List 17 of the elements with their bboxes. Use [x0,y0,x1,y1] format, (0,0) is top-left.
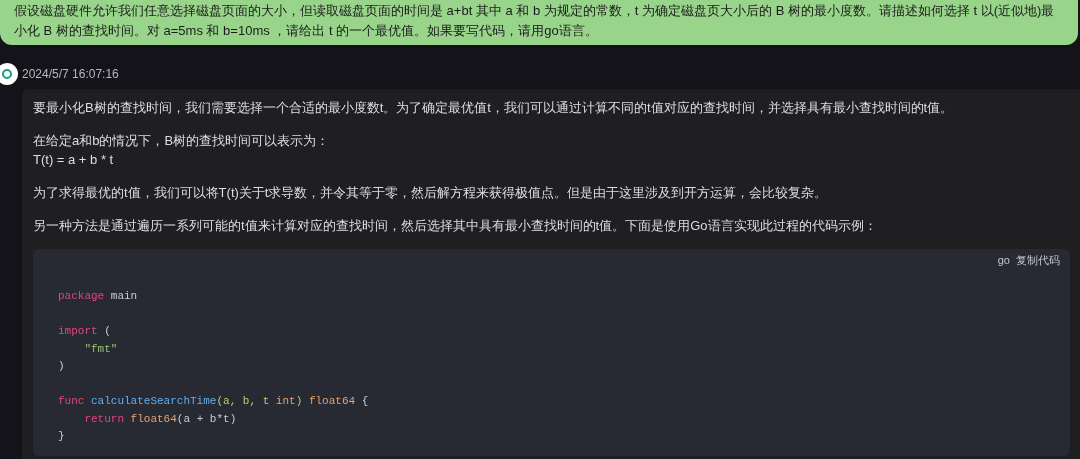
avatar-icon [0,63,18,85]
copy-code-button[interactable]: 复制代码 [1016,252,1060,269]
answer-text: 在给定a和b的情况下，B树的查找时间可以表示为： [33,132,331,150]
answer-text: 另一种方法是通过遍历一系列可能的t值来计算对应的查找时间，然后选择其中具有最小查找时间的t值。下面是使用Go语言实现此过程的代码示例： [33,217,878,235]
answer-text: 为了求得最优的t值，我们可以将T(t)关于t求导数，并令其等于零，然后解方程来获得极值点。但是由于这里涉及到开方运算，会比较复杂。 [33,184,829,202]
code-line: return float64(a + b*t) [83,411,237,427]
timestamp: 2024/5/7 16:07:16 [22,66,119,83]
code-line: func calculateSearchTime(a, b, t int) float64 { [58,394,369,409]
code-line: ) [58,359,65,374]
question-text: 假设磁盘硬件允许我们任意选择磁盘页面的大小，但读取磁盘页面的时间是 a+bt 其中 a 和 b 为规定的常数，t 为确定磁盘页大小后的 B 树的最小度数。请描述如何选择 t 以(近似地)最小化 B 树的查找时间。对 a=5ms 和 b=10ms ，请给出 t 的一个最优值。如果要写代码，请用go语言。 [14,2,1056,40]
code-line: } [58,429,65,444]
code-line: package main [58,289,138,304]
answer-text: T(t) = a + b * t [33,151,115,169]
code-line: import ( [58,324,111,339]
code-line: "fmt" [83,341,118,357]
language-label: go [997,253,1010,268]
answer-text: 要最小化B树的查找时间，我们需要选择一个合适的最小度数t。为了确定最优值t，我们可以通过计算不同的t值对应的查找时间，并选择具有最小查找时间的t值。 [33,99,955,117]
